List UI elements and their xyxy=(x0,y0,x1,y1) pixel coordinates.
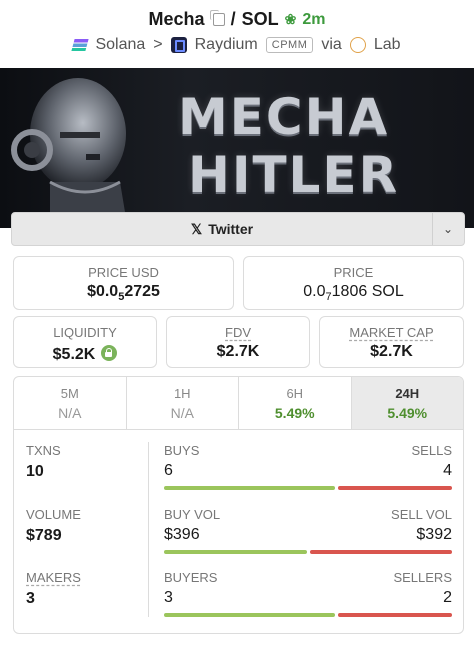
lab-icon xyxy=(349,37,366,53)
sells-label: SELLS xyxy=(411,443,452,458)
pair-header: Mecha / SOL ❀ 2m Solana > Raydium CPMM v… xyxy=(0,0,474,68)
breadcrumb-separator: > xyxy=(153,36,163,53)
dex-link[interactable]: Raydium xyxy=(195,36,258,54)
chevron-down-icon[interactable]: ⌄ xyxy=(432,213,464,245)
fdv-card: FDV $2.7K xyxy=(166,316,310,368)
buys-sells-stat: BUYS SELLS 6 4 xyxy=(164,443,452,490)
via-text: via xyxy=(321,36,342,53)
buy-vol-bar-fill xyxy=(164,550,308,554)
buyers-sellers-stat: BUYERS SELLERS 3 2 xyxy=(164,570,452,617)
tab-1h[interactable]: 1H N/A xyxy=(127,377,239,429)
pair-title: Mecha / SOL ❀ 2m xyxy=(0,0,474,30)
sell-vol-value: $392 xyxy=(416,526,452,543)
sell-vol-bar-fill xyxy=(310,550,452,554)
buys-bar-fill xyxy=(164,486,335,490)
divider xyxy=(148,442,149,617)
twitter-button[interactable]: 𝕏 Twitter xyxy=(12,213,432,245)
buys-label: BUYS xyxy=(164,443,200,458)
tab-6h-label: 6H xyxy=(286,386,304,401)
buy-vol-value: $396 xyxy=(164,526,200,543)
launchpad-link[interactable]: Lab xyxy=(374,36,401,54)
price-native-digits: 1806 SOL xyxy=(331,283,404,300)
liquidity-label: LIQUIDITY xyxy=(53,325,117,340)
pair-age: 2m xyxy=(302,10,326,28)
volume-value: $789 xyxy=(26,527,62,544)
buy-vol-label: BUY VOL xyxy=(164,507,221,522)
txns-label: TXNS xyxy=(26,443,61,458)
price-usd-label: PRICE USD xyxy=(88,265,159,280)
buyers-value: 3 xyxy=(164,589,173,606)
sells-bar-fill xyxy=(338,486,452,490)
sprout-icon: ❀ xyxy=(284,11,297,27)
chain-link[interactable]: Solana xyxy=(95,36,145,54)
lock-icon[interactable] xyxy=(101,345,118,361)
quote-symbol: SOL xyxy=(241,9,279,29)
tab-5m-label: 5M xyxy=(60,386,79,401)
market-cap-card: MARKET CAP $2.7K xyxy=(319,316,464,368)
sellers-label: SELLERS xyxy=(393,570,452,585)
makers-stat: MAKERS 3 xyxy=(26,570,81,608)
price-native-zeros: 7 xyxy=(325,291,332,303)
banner-title: MECHA HITLER xyxy=(178,88,399,204)
price-usd-prefix: $0.0 xyxy=(87,283,119,300)
copy-icon[interactable] xyxy=(209,10,225,26)
market-cap-value: $2.7K xyxy=(370,343,413,360)
raydium-icon xyxy=(170,37,187,53)
sellers-value: 2 xyxy=(443,589,452,606)
pool-type-badge: CPMM xyxy=(265,37,314,53)
pair-breadcrumb: Solana > Raydium CPMM via Lab xyxy=(0,36,474,54)
buys-sells-bar xyxy=(164,486,452,490)
sell-vol-label: SELL VOL xyxy=(391,507,452,522)
makers-value: 3 xyxy=(26,590,35,607)
price-native-card: PRICE 0.0 7 1806 SOL xyxy=(243,256,464,310)
tab-24h-label: 24H xyxy=(395,386,420,401)
buy-sell-volume-bar xyxy=(164,550,452,554)
buyers-label: BUYERS xyxy=(164,570,218,585)
buys-value: 6 xyxy=(164,462,173,479)
tab-6h[interactable]: 6H 5.49% xyxy=(239,377,352,429)
tab-5m[interactable]: 5M N/A xyxy=(14,377,127,429)
makers-label[interactable]: MAKERS xyxy=(26,570,81,585)
price-native-prefix: 0.0 xyxy=(303,283,326,300)
buyers-sellers-bar xyxy=(164,613,452,617)
solana-icon xyxy=(71,39,90,51)
liquidity-value: $5.2K xyxy=(52,346,96,363)
fdv-label[interactable]: FDV xyxy=(225,325,251,340)
price-native-label: PRICE xyxy=(333,265,374,280)
price-native-value: 0.0 7 1806 SOL xyxy=(244,283,463,303)
buyers-bar-fill xyxy=(164,613,335,617)
timeframe-tabs: 5M N/A 1H N/A 6H 5.49% 24H 5.49% xyxy=(14,377,463,430)
social-bar: 𝕏 Twitter ⌄ xyxy=(11,212,465,246)
volume-stat: VOLUME $789 xyxy=(26,507,81,545)
twitter-label: Twitter xyxy=(208,221,254,237)
market-cap-label[interactable]: MARKET CAP xyxy=(349,325,433,340)
sells-value: 4 xyxy=(443,462,452,479)
price-usd-digits: 2725 xyxy=(124,283,160,300)
tab-1h-change: N/A xyxy=(170,405,194,421)
robot-portrait-image xyxy=(11,78,128,228)
price-usd-zeros: 5 xyxy=(118,291,125,303)
stats-panel: 5M N/A 1H N/A 6H 5.49% 24H 5.49% TXNS 10… xyxy=(13,376,464,634)
buy-sell-volume-stat: BUY VOL SELL VOL $396 $392 xyxy=(164,507,452,554)
price-usd-value: $0.0 5 2725 xyxy=(14,283,233,303)
txns-value: 10 xyxy=(26,463,44,480)
tab-5m-change: N/A xyxy=(58,405,82,421)
tab-24h[interactable]: 24H 5.49% xyxy=(351,377,463,429)
token-symbol: Mecha xyxy=(148,9,205,29)
banner-title-line1: MECHA xyxy=(178,88,390,146)
tab-6h-change: 5.49% xyxy=(274,405,315,421)
txns-stat: TXNS 10 xyxy=(26,443,61,481)
volume-label: VOLUME xyxy=(26,507,81,522)
liquidity-card: LIQUIDITY $5.2K xyxy=(13,316,157,368)
tab-24h-change: 5.49% xyxy=(387,405,428,421)
liquidity-value-row: $5.2K xyxy=(14,343,156,364)
x-logo-icon: 𝕏 xyxy=(190,220,203,237)
tab-1h-label: 1H xyxy=(173,386,191,401)
price-usd-card: PRICE USD $0.0 5 2725 xyxy=(13,256,234,310)
fdv-value: $2.7K xyxy=(216,343,260,360)
token-banner: MECHA HITLER xyxy=(0,68,474,228)
banner-title-line2: HITLER xyxy=(188,146,400,204)
slash: / xyxy=(230,9,236,29)
sellers-bar-fill xyxy=(338,613,452,617)
